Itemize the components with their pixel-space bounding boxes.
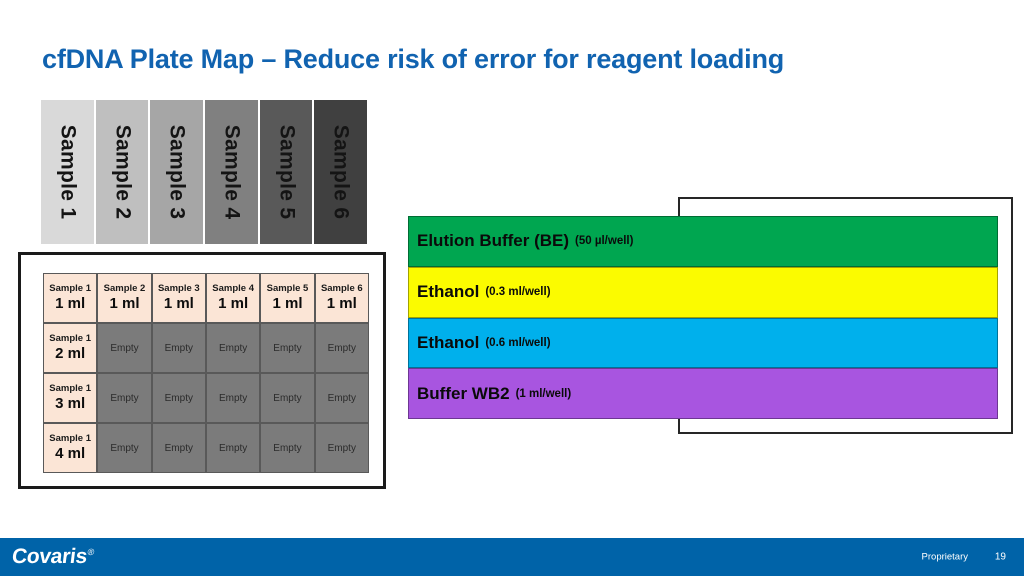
well-volume-label: 1 ml <box>55 295 86 313</box>
plate-well[interactable]: Empty <box>205 323 261 373</box>
plate-well[interactable]: Empty <box>151 323 206 373</box>
well-volume-label: 3 ml <box>55 395 86 413</box>
reagent-name: Ethanol <box>417 282 480 302</box>
sample-header-column-4: Sample 4 <box>204 99 259 245</box>
well-empty-label: Empty <box>110 392 139 404</box>
plate-row: Sample 13 ml Empty Empty Empty Empty Empty <box>43 373 369 423</box>
plate-row: Sample 14 ml Empty Empty Empty Empty Empty <box>43 423 369 473</box>
plate-well[interactable]: Sample 31 ml <box>151 273 206 323</box>
well-empty-label: Empty <box>327 442 356 454</box>
page-number: 19 <box>994 551 1006 563</box>
well-sample-label: Sample 1 <box>49 432 92 444</box>
plate-well[interactable]: Empty <box>314 373 369 423</box>
well-sample-label: Sample 1 <box>49 282 92 294</box>
well-empty-label: Empty <box>110 442 139 454</box>
well-sample-label: Sample 6 <box>320 282 363 294</box>
sample-header-label: Sample 1 <box>56 124 80 220</box>
well-empty-label: Empty <box>218 392 248 404</box>
sample-header-label: Sample 5 <box>275 124 299 220</box>
well-empty-label: Empty <box>218 342 248 354</box>
plate-well[interactable]: Empty <box>151 373 206 423</box>
well-volume-label: 1 ml <box>218 295 249 313</box>
well-empty-label: Empty <box>327 342 356 354</box>
proprietary-label: Proprietary <box>921 551 968 563</box>
well-sample-label: Sample 4 <box>212 282 254 294</box>
plate-grid: Sample 11 ml Sample 21 ml Sample 31 ml Samp… <box>43 273 369 473</box>
well-empty-label: Empty <box>273 342 302 354</box>
plate-well[interactable]: Empty <box>314 423 369 473</box>
sample-header-column-1: Sample 1 <box>40 99 95 245</box>
well-sample-label: Sample 1 <box>49 332 92 344</box>
plate-well[interactable]: Empty <box>260 323 315 373</box>
plate-well[interactable]: Sample 21 ml <box>97 273 152 323</box>
plate-well[interactable]: Sample 41 ml <box>205 273 261 323</box>
well-sample-label: Sample 5 <box>266 282 309 294</box>
footer-bar: Covaris® Proprietary 19 <box>0 538 1024 576</box>
sample-header-strip: Sample 1 Sample 2 Sample 3 Sample 4 Samp… <box>40 99 369 245</box>
plate-well[interactable]: Empty <box>260 423 315 473</box>
covaris-logo: Covaris® <box>11 545 95 569</box>
sample-header-column-6: Sample 6 <box>313 99 369 245</box>
registered-trademark-icon: ® <box>86 547 95 557</box>
plate-well[interactable]: Empty <box>97 373 152 423</box>
reagent-name: Elution Buffer (BE) <box>417 231 570 251</box>
well-empty-label: Empty <box>110 342 139 354</box>
well-volume-label: 2 ml <box>55 345 86 363</box>
plate-well[interactable]: Empty <box>97 323 152 373</box>
reagent-amount: (0.3 ml/well) <box>485 286 551 299</box>
well-volume-label: 1 ml <box>163 295 194 313</box>
reagent-amount: (0.6 ml/well) <box>485 336 551 349</box>
plate-well[interactable]: Empty <box>314 323 369 373</box>
plate-well[interactable]: Empty <box>205 423 261 473</box>
reagent-bar[interactable]: Ethanol (0.6 ml/well) <box>408 317 998 369</box>
page-title: cfDNA Plate Map – Reduce risk of error f… <box>42 44 785 74</box>
reagent-bar[interactable]: Ethanol (0.3 ml/well) <box>408 266 998 318</box>
reagent-name: Buffer WB2 <box>417 383 510 403</box>
plate-map-box: Sample 11 ml Sample 21 ml Sample 31 ml Samp… <box>18 252 386 489</box>
sample-header-label: Sample 6 <box>329 124 353 220</box>
plate-well[interactable]: Sample 11 ml <box>43 273 98 323</box>
well-empty-label: Empty <box>164 342 193 354</box>
well-empty-label: Empty <box>273 442 302 454</box>
reagent-bar[interactable]: Elution Buffer (BE) (50 µl/well) <box>408 216 998 267</box>
well-empty-label: Empty <box>327 392 356 404</box>
plate-well[interactable]: Empty <box>97 423 152 473</box>
plate-well[interactable]: Empty <box>205 373 261 423</box>
plate-well[interactable]: Sample 12 ml <box>43 323 98 373</box>
reagent-bar[interactable]: Buffer WB2 (1 ml/well) <box>408 368 998 419</box>
well-sample-label: Sample 2 <box>103 282 146 294</box>
sample-header-column-3: Sample 3 <box>149 99 205 245</box>
plate-well[interactable]: Sample 61 ml <box>314 273 369 323</box>
plate-row: Sample 11 ml Sample 21 ml Sample 31 ml Samp… <box>43 273 369 323</box>
plate-well[interactable]: Sample 51 ml <box>260 273 315 323</box>
sample-header-label: Sample 3 <box>165 124 189 220</box>
reagent-amount: (1 ml/well) <box>515 387 572 400</box>
well-volume-label: 1 ml <box>109 295 140 313</box>
covaris-logo-text: Covaris <box>10 545 89 568</box>
plate-well[interactable]: Empty <box>151 423 206 473</box>
well-empty-label: Empty <box>218 442 248 454</box>
sample-header-column-2: Sample 2 <box>94 99 150 245</box>
sample-header-label: Sample 4 <box>220 124 244 220</box>
well-empty-label: Empty <box>164 442 193 454</box>
well-volume-label: 4 ml <box>55 445 86 463</box>
well-empty-label: Empty <box>273 392 302 404</box>
reagent-amount: (50 µl/well) <box>575 235 634 248</box>
sample-header-label: Sample 2 <box>111 124 135 220</box>
plate-well[interactable]: Sample 14 ml <box>43 423 98 473</box>
well-volume-label: 1 ml <box>272 295 303 313</box>
well-sample-label: Sample 3 <box>157 282 200 294</box>
well-volume-label: 1 ml <box>326 295 357 313</box>
well-sample-label: Sample 1 <box>49 382 92 394</box>
reagent-bar-list: Elution Buffer (BE) (50 µl/well) Ethanol (0… <box>408 216 998 419</box>
plate-well[interactable]: Sample 13 ml <box>43 373 98 423</box>
plate-row: Sample 12 ml Empty Empty Empty Empty Empty <box>43 323 369 373</box>
plate-well[interactable]: Empty <box>260 373 315 423</box>
well-empty-label: Empty <box>164 392 193 404</box>
reagent-name: Ethanol <box>417 332 480 352</box>
sample-header-column-5: Sample 5 <box>258 99 314 245</box>
